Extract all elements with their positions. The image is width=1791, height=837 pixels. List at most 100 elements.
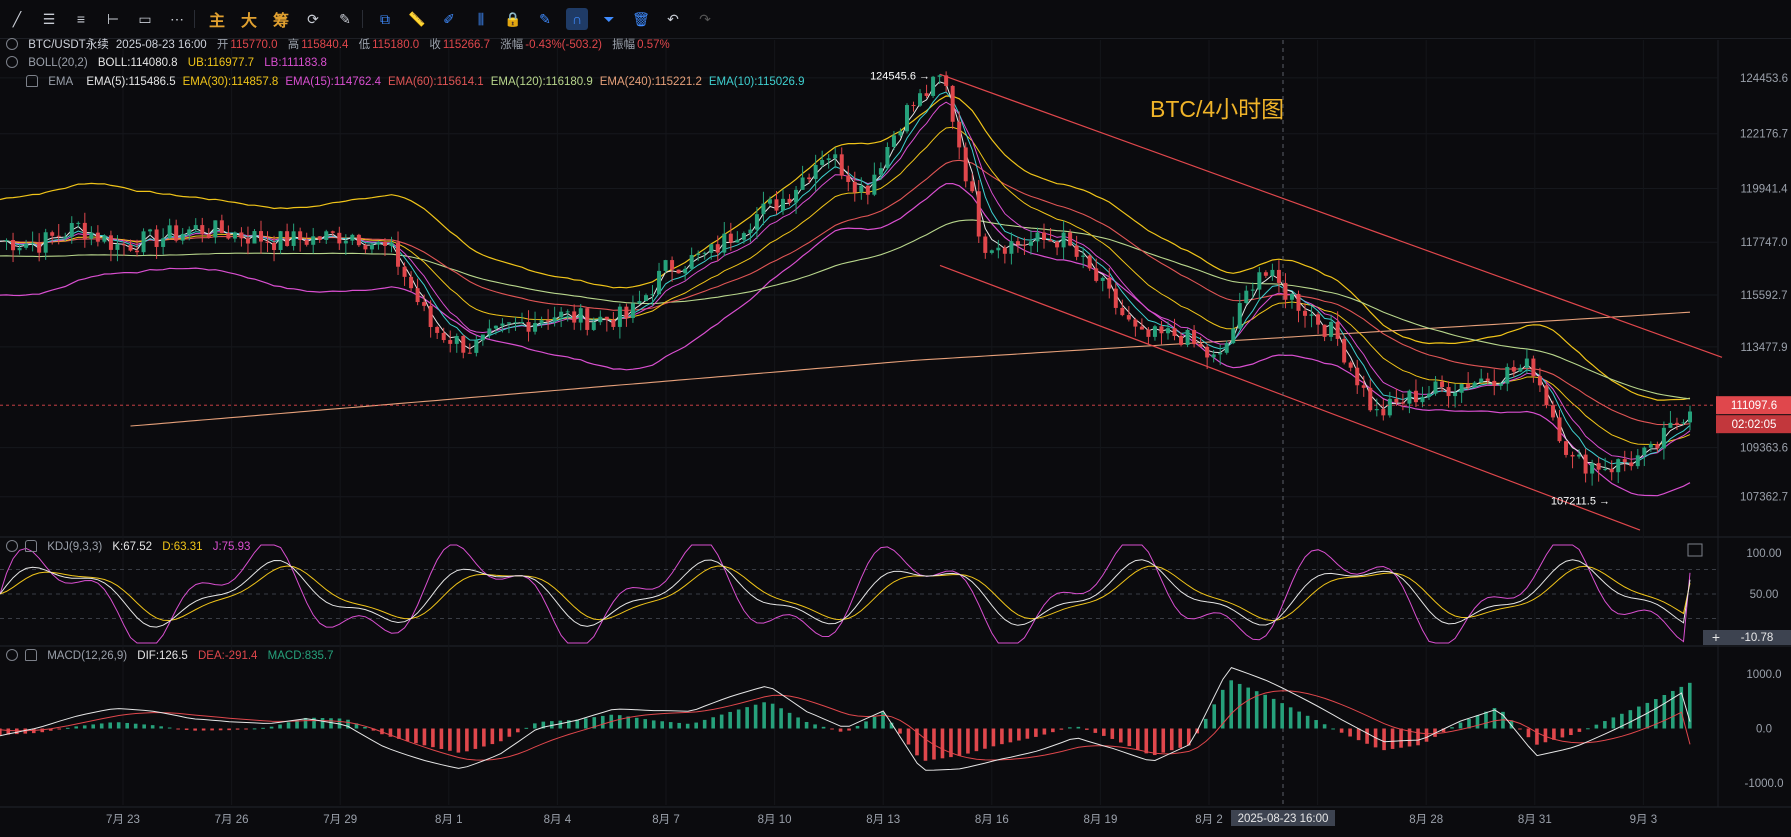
macd-histogram-bar bbox=[1017, 728, 1021, 741]
candle-body bbox=[1426, 393, 1431, 397]
macd-histogram-bar bbox=[1560, 728, 1565, 738]
candle-body bbox=[1237, 303, 1242, 329]
macd-histogram-bar bbox=[1339, 728, 1344, 733]
time-tick-label: 8月 16 bbox=[975, 814, 1009, 826]
candle-body bbox=[11, 240, 16, 251]
macd-histogram-bar bbox=[1178, 728, 1183, 748]
price-tick-label: 107362.7 bbox=[1740, 492, 1788, 504]
candle-body bbox=[1603, 469, 1608, 471]
candle-body bbox=[396, 242, 401, 267]
macd-histogram-bar bbox=[702, 719, 707, 729]
ema-legend-item: EMA(15):114762.4 bbox=[285, 76, 381, 88]
low-label: 低 bbox=[358, 39, 371, 51]
macd-histogram-bar bbox=[422, 728, 427, 746]
candle-body bbox=[1550, 405, 1555, 418]
candle-body bbox=[807, 177, 812, 180]
candle-body bbox=[311, 236, 316, 245]
close-label: 收 bbox=[429, 39, 441, 51]
candle-body bbox=[1061, 232, 1066, 248]
candle-body bbox=[167, 225, 172, 239]
candle-body bbox=[1407, 390, 1412, 404]
candle-body bbox=[193, 225, 198, 230]
candle-body bbox=[1681, 422, 1686, 424]
macd-histogram-bar bbox=[57, 728, 62, 730]
price-chart[interactable]: 124453.6 122176.7 119941.4 117747.0 115592.7… bbox=[0, 0, 1791, 837]
candle-body bbox=[1440, 381, 1445, 388]
candle-body bbox=[963, 147, 968, 182]
candle-body bbox=[500, 323, 505, 326]
macd-histogram-bar bbox=[1119, 728, 1123, 743]
candle-body bbox=[885, 147, 890, 169]
candle-body bbox=[1100, 277, 1105, 281]
boll-name: BOLL(20,2) bbox=[28, 57, 88, 69]
price-tick-label: 109363.6 bbox=[1740, 443, 1788, 455]
ema5-line bbox=[0, 81, 1691, 471]
candle-body bbox=[1165, 328, 1170, 334]
alert-icon[interactable] bbox=[26, 75, 38, 87]
ema-legend: EMA EMA(5):115486.5 EMA(30):114857.8 EMA(1… bbox=[26, 74, 812, 90]
candle-body bbox=[1172, 328, 1177, 336]
macd-histogram-bar bbox=[1305, 715, 1310, 729]
macd-histogram-bar bbox=[1000, 728, 1004, 745]
macd-histogram-bar bbox=[1331, 728, 1335, 730]
low-price-marker: 107211.5 → bbox=[1551, 495, 1610, 507]
candle-body bbox=[1492, 380, 1497, 386]
candle-body bbox=[1674, 422, 1679, 424]
macd-histogram-bar bbox=[583, 718, 588, 729]
candle-body bbox=[611, 319, 616, 327]
candle-body bbox=[1074, 245, 1079, 257]
macd-histogram-bar bbox=[1594, 724, 1599, 729]
macd-histogram-bar bbox=[711, 717, 715, 729]
candle-body bbox=[683, 268, 688, 274]
candle-body bbox=[820, 159, 825, 165]
macd-histogram-bar bbox=[974, 728, 979, 752]
candle-body bbox=[278, 231, 283, 251]
candle-body bbox=[970, 181, 975, 192]
candle-body bbox=[200, 225, 205, 235]
candle-body bbox=[1387, 398, 1392, 416]
visibility-icon[interactable] bbox=[6, 540, 18, 552]
macd-histogram-bar bbox=[1526, 728, 1531, 738]
candle-body bbox=[1276, 269, 1281, 283]
candle-body bbox=[1081, 255, 1086, 257]
macd-histogram-bar bbox=[244, 728, 248, 730]
alert-icon[interactable] bbox=[25, 649, 37, 661]
macd-histogram-bar bbox=[1603, 721, 1607, 729]
macd-histogram-bar bbox=[269, 726, 274, 729]
alert-icon[interactable] bbox=[25, 540, 37, 552]
macd-histogram-bar bbox=[320, 718, 325, 729]
candle-body bbox=[435, 327, 440, 333]
candle-body bbox=[1479, 378, 1484, 383]
visibility-icon[interactable] bbox=[6, 56, 18, 68]
change-value: -0.43%(-503.2) bbox=[525, 39, 602, 51]
macd-histogram-bar bbox=[1297, 711, 1301, 729]
candle-body bbox=[480, 334, 485, 341]
macd-histogram-bar bbox=[1348, 728, 1352, 737]
candle-body bbox=[1107, 277, 1112, 289]
kdj-cursor-value: -10.78 bbox=[1741, 632, 1774, 644]
macd-histogram-bar bbox=[1322, 724, 1327, 729]
candle-body bbox=[1211, 354, 1216, 358]
candle-body bbox=[1192, 329, 1197, 345]
macd-histogram-bar bbox=[770, 703, 775, 729]
macd-histogram-bar bbox=[82, 725, 87, 729]
visibility-icon[interactable] bbox=[6, 38, 18, 50]
candle-body bbox=[1113, 288, 1118, 308]
candle-body bbox=[369, 244, 374, 250]
candle-body bbox=[402, 266, 407, 277]
macd-histogram-bar bbox=[745, 707, 749, 729]
candle-body bbox=[441, 332, 446, 341]
candle-body bbox=[617, 306, 622, 327]
time-tick-label: 8月 4 bbox=[544, 814, 572, 826]
bar-datetime: 2025-08-23 16:00 bbox=[115, 39, 207, 51]
macd-histogram-bar bbox=[473, 728, 478, 749]
macd-histogram-bar bbox=[1135, 728, 1140, 750]
visibility-icon[interactable] bbox=[6, 649, 18, 661]
macd-histogram-bar bbox=[1008, 728, 1013, 743]
candle-body bbox=[1466, 384, 1471, 388]
macd-histogram-bar bbox=[210, 728, 214, 731]
candle-body bbox=[565, 311, 570, 313]
candle-body bbox=[1042, 232, 1047, 241]
candle-body bbox=[983, 236, 988, 253]
candle-body bbox=[1139, 326, 1144, 330]
